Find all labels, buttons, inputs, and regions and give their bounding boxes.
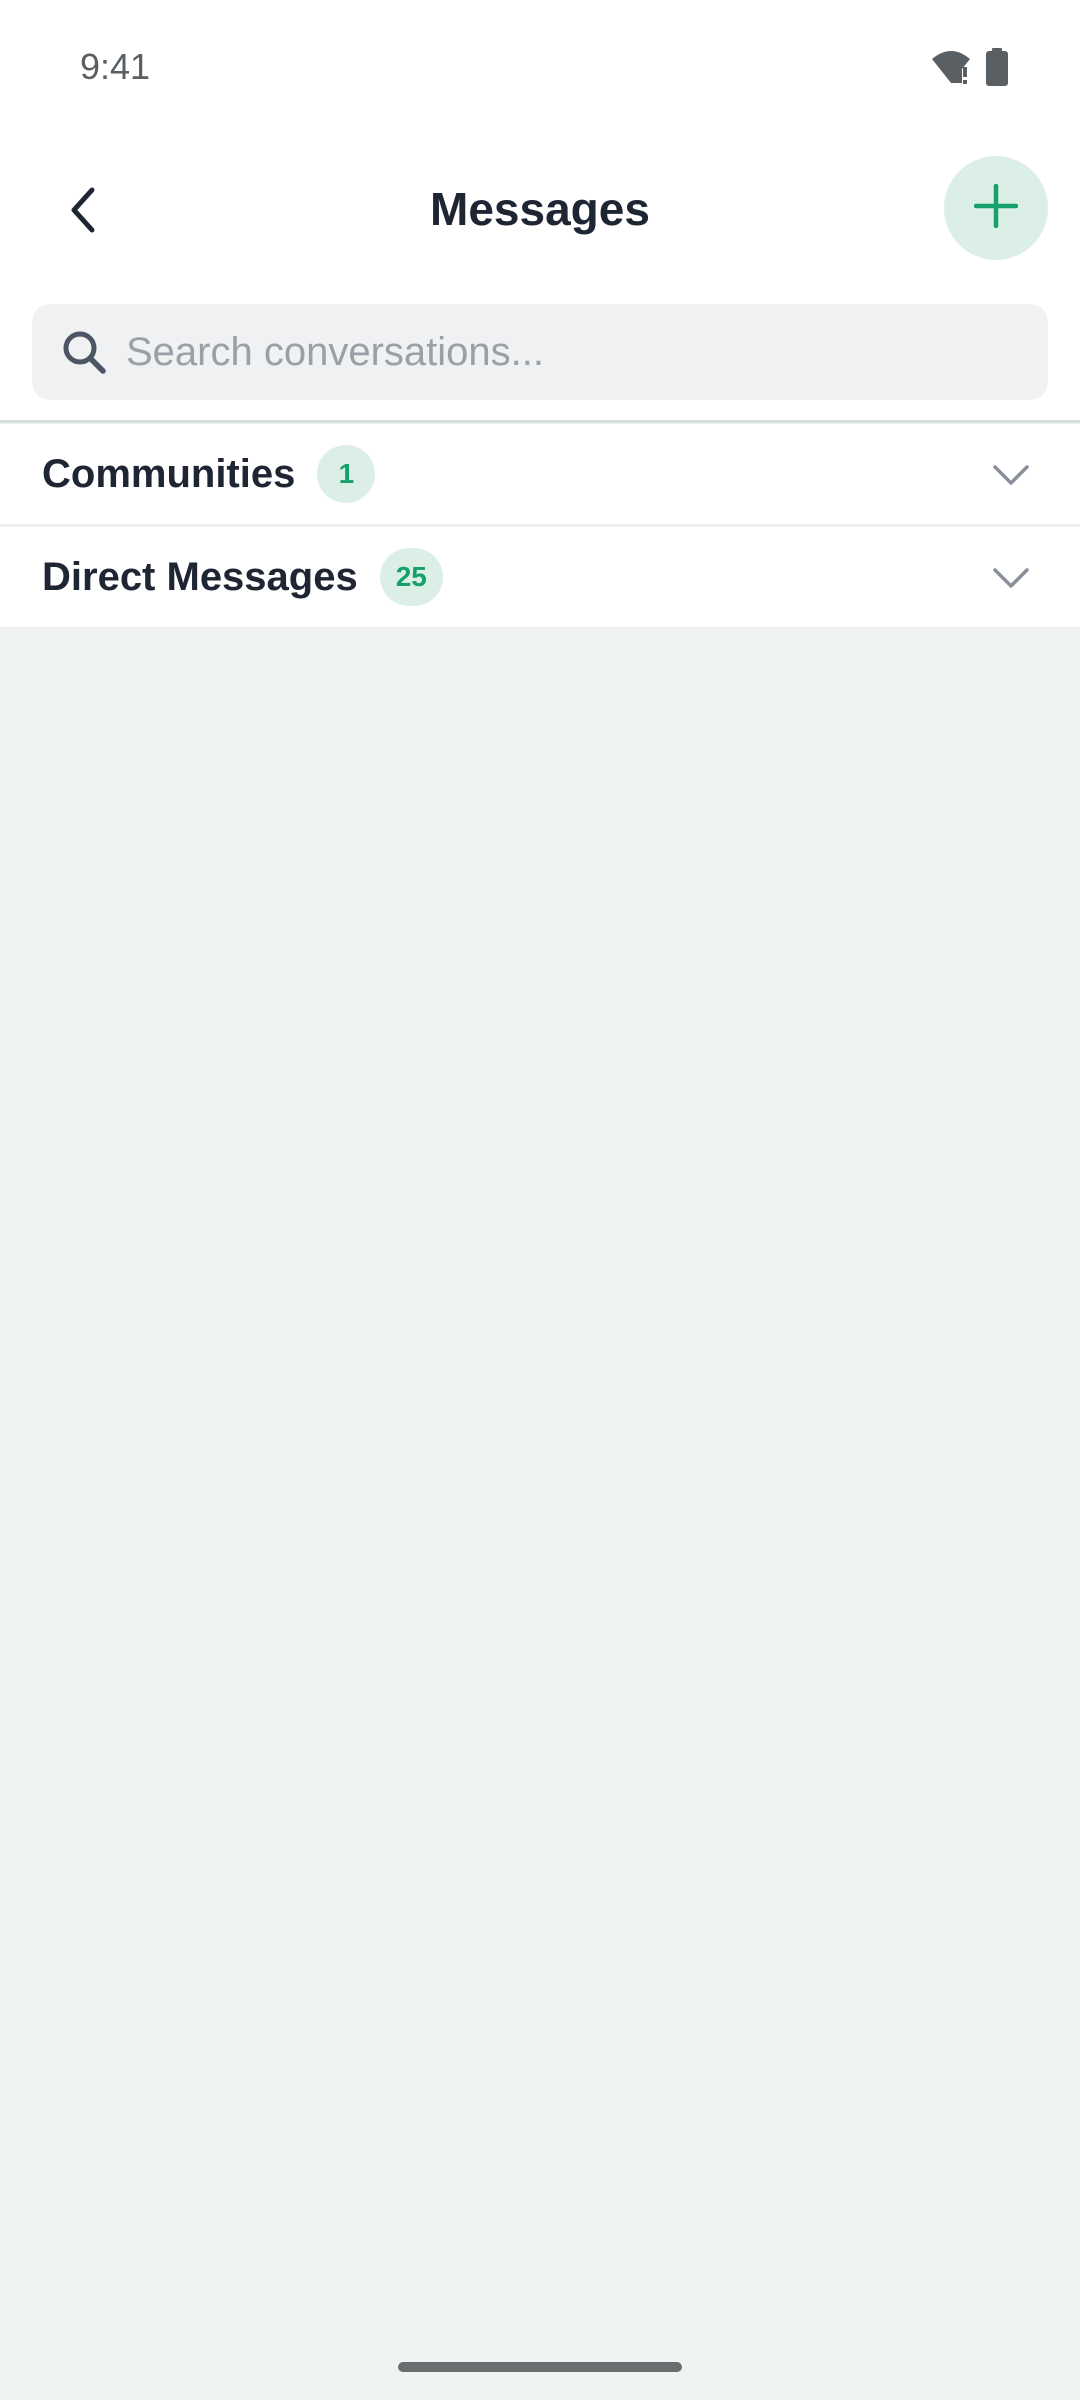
status-bar: 9:41 bbox=[0, 0, 1080, 135]
wifi-alert-icon bbox=[930, 49, 972, 90]
chevron-down-icon[interactable] bbox=[986, 553, 1036, 603]
section-label: Direct Messages bbox=[42, 554, 358, 599]
search-icon bbox=[56, 324, 112, 380]
messages-screen: 9:41 Messages Search conversations... Co… bbox=[0, 0, 1080, 2400]
header-bar: Messages bbox=[0, 150, 1080, 270]
count-badge: 1 bbox=[317, 445, 376, 503]
search-input[interactable] bbox=[126, 322, 1048, 382]
conversation-list-area bbox=[0, 630, 1080, 2400]
section-communities[interactable]: Communities 1 bbox=[0, 424, 1080, 526]
page-title: Messages bbox=[430, 183, 650, 235]
section-direct-messages[interactable]: Direct Messages 25 bbox=[0, 527, 1080, 629]
status-icons bbox=[930, 48, 1008, 91]
home-indicator[interactable] bbox=[398, 2362, 682, 2372]
search-bar[interactable] bbox=[32, 304, 1048, 400]
section-label: Communities bbox=[42, 451, 296, 496]
count-badge: 25 bbox=[379, 548, 443, 606]
header-divider bbox=[0, 420, 1080, 423]
new-message-button[interactable] bbox=[944, 156, 1048, 260]
chevron-down-icon[interactable] bbox=[986, 450, 1036, 500]
status-time: 9:41 bbox=[80, 46, 151, 87]
battery-icon bbox=[986, 48, 1008, 91]
plus-icon bbox=[973, 183, 1019, 233]
